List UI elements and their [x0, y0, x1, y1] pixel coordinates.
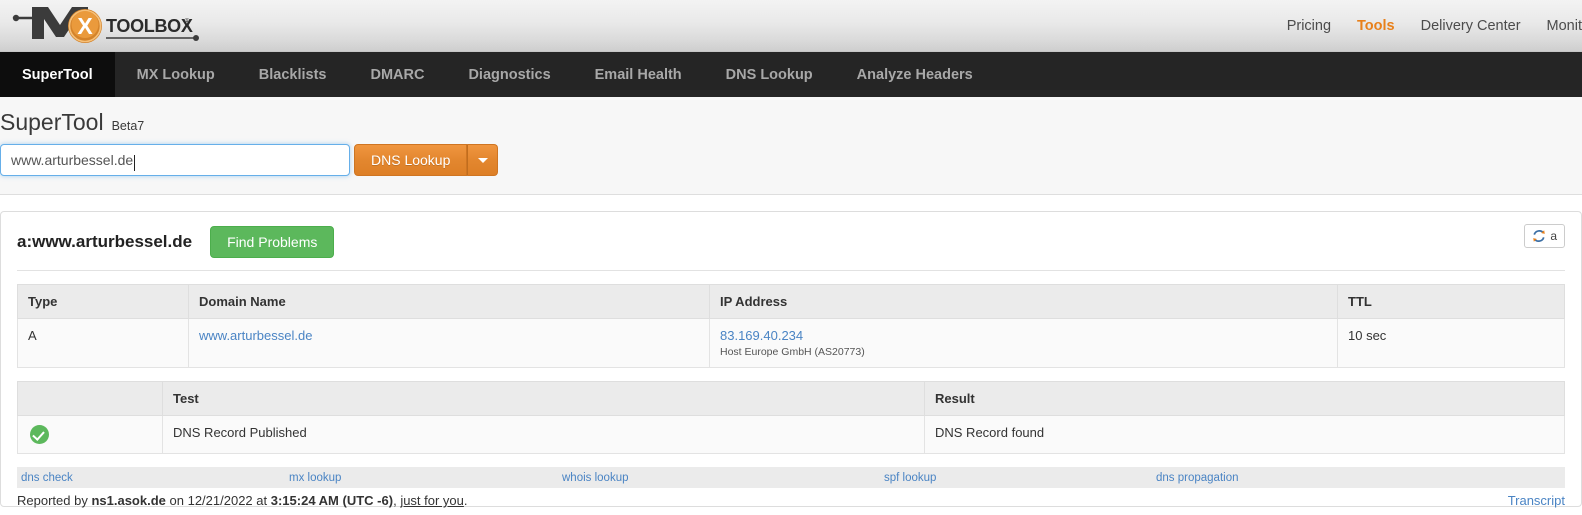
- search-input-value: www.arturbessel.de: [11, 152, 134, 168]
- just-for-you-link[interactable]: just for you: [400, 493, 464, 508]
- quick-link-dns-propagation[interactable]: dns propagation: [1156, 472, 1428, 484]
- top-header-bar: X TOOLBOX ® Pricing Tools Delivery Cente…: [0, 0, 1582, 52]
- dns-records-table: Type Domain Name IP Address TTL A www.ar…: [17, 284, 1565, 368]
- cell-domain-name: www.arturbessel.de: [188, 318, 710, 368]
- dns-lookup-button[interactable]: DNS Lookup: [354, 144, 468, 176]
- column-header-test: Test: [162, 381, 925, 416]
- find-problems-button[interactable]: Find Problems: [210, 226, 335, 258]
- table-header-row: Test Result: [17, 381, 1565, 416]
- quick-link-mx-lookup[interactable]: mx lookup: [289, 472, 562, 484]
- topnav-item-tools[interactable]: Tools: [1357, 18, 1395, 34]
- lookup-dropdown-button[interactable]: [467, 144, 499, 176]
- nav-tab-analyze-headers[interactable]: Analyze Headers: [835, 52, 995, 97]
- nav-tab-diagnostics[interactable]: Diagnostics: [446, 52, 572, 97]
- nav-tab-email-health[interactable]: Email Health: [573, 52, 704, 97]
- nav-tab-mx-lookup[interactable]: MX Lookup: [115, 52, 237, 97]
- dns-records-table-wrapper: Type Domain Name IP Address TTL A www.ar…: [1, 271, 1581, 368]
- result-query-title: a:www.arturbessel.de: [17, 232, 193, 251]
- refresh-icon: [1533, 229, 1546, 243]
- nav-tab-dmarc[interactable]: DMARC: [348, 52, 446, 97]
- table-row: A www.arturbessel.de 83.169.40.234 Host …: [17, 318, 1565, 368]
- quick-link-whois-lookup[interactable]: whois lookup: [562, 472, 884, 484]
- top-navigation: Pricing Tools Delivery Center Monit: [1287, 18, 1582, 34]
- search-section: SuperTool Beta7 www.arturbessel.de DNS L…: [0, 97, 1582, 195]
- beta-badge: Beta7: [111, 119, 145, 133]
- ip-address-link[interactable]: 83.169.40.234: [720, 328, 803, 343]
- domain-name-link[interactable]: www.arturbessel.de: [199, 328, 312, 343]
- column-header-type: Type: [17, 284, 189, 319]
- refresh-button-label: a: [1550, 229, 1557, 243]
- search-input[interactable]: www.arturbessel.de: [0, 144, 350, 176]
- cell-ip-address: 83.169.40.234 Host Europe GmbH (AS20773): [709, 318, 1338, 368]
- transcript-link[interactable]: Transcript: [1508, 493, 1565, 508]
- reported-on: on 12/21/2022 at: [169, 493, 268, 508]
- svg-text:X: X: [77, 13, 93, 39]
- quick-link-spf-lookup[interactable]: spf lookup: [884, 472, 1156, 484]
- page-title-text: SuperTool: [0, 109, 104, 135]
- tests-table: Test Result DNS Record Published DNS Rec…: [17, 381, 1565, 454]
- nav-tab-blacklists[interactable]: Blacklists: [237, 52, 349, 97]
- reported-time: 3:15:24 AM (UTC -6): [270, 493, 394, 508]
- search-row: www.arturbessel.de DNS Lookup: [0, 144, 1582, 176]
- column-header-ttl: TTL: [1337, 284, 1565, 319]
- nav-tab-supertool[interactable]: SuperTool: [0, 52, 115, 97]
- text-cursor: [134, 155, 136, 171]
- table-row: DNS Record Published DNS Record found: [17, 415, 1565, 454]
- topnav-item-delivery-center[interactable]: Delivery Center: [1421, 18, 1521, 34]
- column-header-domain-name: Domain Name: [188, 284, 710, 319]
- tests-table-wrapper: Test Result DNS Record Published DNS Rec…: [1, 368, 1581, 454]
- quick-links-bar: dns check mx lookup whois lookup spf loo…: [17, 467, 1565, 488]
- main-navigation-bar: SuperTool MX Lookup Blacklists DMARC Dia…: [0, 52, 1582, 97]
- cell-record-type: A: [17, 318, 189, 368]
- svg-text:®: ®: [184, 17, 190, 26]
- page-title: SuperTool Beta7: [0, 109, 1582, 136]
- report-footer: Reported by ns1.asok.de on 12/21/2022 at…: [17, 488, 1565, 508]
- cell-test-result: DNS Record found: [924, 415, 1565, 454]
- quick-link-dns-check[interactable]: dns check: [17, 472, 289, 484]
- table-header-row: Type Domain Name IP Address TTL: [17, 284, 1565, 319]
- check-circle-icon: [30, 425, 49, 444]
- ip-owner-text: Host Europe GmbH (AS20773): [720, 346, 865, 358]
- column-header-result: Result: [924, 381, 1565, 416]
- chevron-down-icon: [477, 157, 488, 163]
- refresh-button[interactable]: a: [1524, 224, 1565, 248]
- cell-status: [17, 415, 163, 454]
- topnav-item-monitoring[interactable]: Monit: [1547, 18, 1582, 34]
- cell-test-name: DNS Record Published: [162, 415, 925, 454]
- reported-period: .: [463, 493, 468, 508]
- mxtoolbox-logo[interactable]: X TOOLBOX ®: [12, 0, 202, 50]
- topnav-item-pricing[interactable]: Pricing: [1287, 18, 1331, 34]
- column-header-ip-address: IP Address: [709, 284, 1338, 319]
- column-header-status: [17, 381, 163, 416]
- reported-comma: ,: [393, 493, 397, 508]
- results-panel-header: a:www.arturbessel.de Find Problems a: [1, 212, 1581, 270]
- reported-prefix: Reported by: [17, 493, 88, 508]
- reported-host: ns1.asok.de: [91, 493, 166, 508]
- nav-tab-dns-lookup[interactable]: DNS Lookup: [704, 52, 835, 97]
- logo-graphic: X TOOLBOX ®: [12, 7, 199, 43]
- results-panel: a:www.arturbessel.de Find Problems a Typ…: [0, 211, 1582, 508]
- cell-ttl: 10 sec: [1337, 318, 1565, 368]
- svg-text:TOOLBOX: TOOLBOX: [106, 16, 193, 36]
